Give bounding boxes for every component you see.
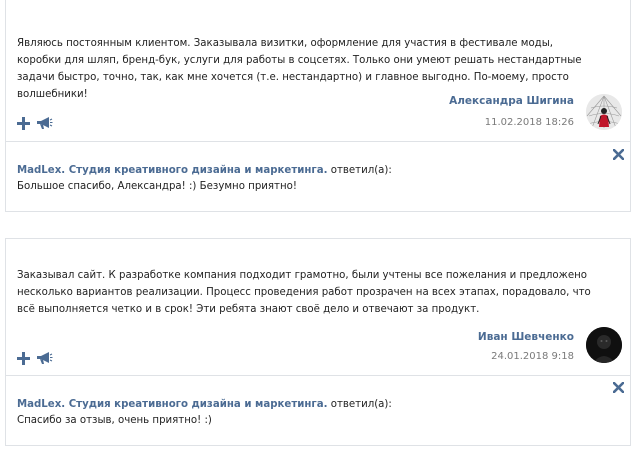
avatar-image [586,94,622,130]
close-icon[interactable] [613,382,624,393]
close-icon[interactable] [613,149,624,160]
reply-suffix: ответил(а): [327,399,392,410]
avatar[interactable] [586,94,622,130]
reply-box: MadLex. Студия креативного дизайна и мар… [5,142,631,212]
review-date: 11.02.2018 18:26 [484,117,574,128]
review-actions [17,351,53,365]
review-author[interactable]: Александра Шигина [449,95,574,107]
plus-icon[interactable] [17,351,30,365]
review-text: Заказывал сайт. К разработке компания по… [17,270,591,315]
reply-header: MadLex. Студия креативного дизайна и мар… [17,398,392,412]
reply-header: MadLex. Студия креативного дизайна и мар… [17,164,392,178]
review-date: 24.01.2018 9:18 [491,351,574,362]
reply-suffix: ответил(а): [327,165,392,176]
reply-author-link[interactable]: MadLex. Студия креативного дизайна и мар… [17,165,327,176]
review-author[interactable]: Иван Шевченко [478,331,574,343]
reply-text: Спасибо за отзыв, очень приятно! :) [17,415,212,426]
review-text: Являюсь постоянным клиентом. Заказывала … [17,38,582,100]
review-actions [17,116,53,130]
megaphone-icon[interactable] [36,351,53,365]
reply-author-link[interactable]: MadLex. Студия креативного дизайна и мар… [17,399,327,410]
avatar[interactable] [586,327,622,363]
reply-text: Большое спасибо, Александра! :) Безумно … [17,181,297,192]
reply-box: MadLex. Студия креативного дизайна и мар… [5,376,631,446]
review-card: Заказывал сайт. К разработке компания по… [5,238,631,376]
plus-icon[interactable] [17,116,30,130]
avatar-image [586,327,622,363]
megaphone-icon[interactable] [36,116,53,130]
review-card: Являюсь постоянным клиентом. Заказывала … [5,0,631,142]
